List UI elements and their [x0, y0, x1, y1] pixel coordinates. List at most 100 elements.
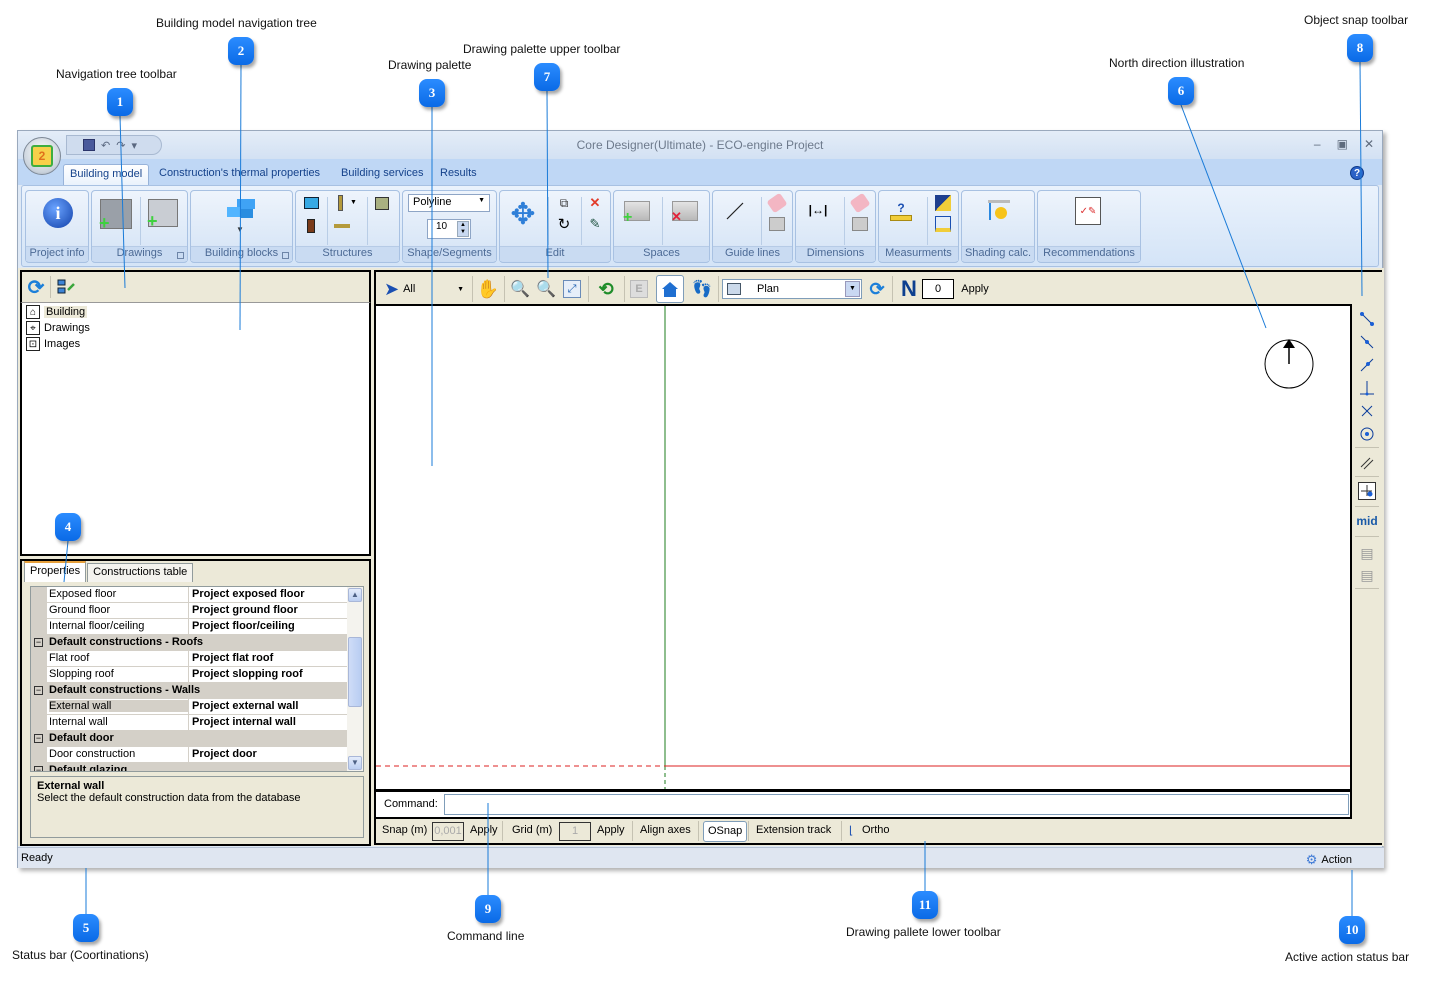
- property-category[interactable]: − Default door: [31, 731, 348, 747]
- shape-combo[interactable]: Polyline ▼: [408, 194, 490, 212]
- undo-icon[interactable]: ↶: [101, 139, 110, 152]
- customize-qat-icon[interactable]: ▾: [131, 139, 137, 152]
- add-space-icon[interactable]: +: [623, 201, 650, 226]
- grid-value-input[interactable]: 1: [559, 822, 591, 841]
- north-apply-button[interactable]: Apply: [958, 277, 992, 301]
- delete-space-icon[interactable]: ✕: [671, 201, 698, 224]
- extension-track-toggle[interactable]: Extension track: [756, 824, 831, 836]
- tree-item-drawings[interactable]: ⌖ Drawings: [26, 321, 90, 335]
- snap-settings-icon[interactable]: [1358, 482, 1376, 500]
- elevation-icon[interactable]: E: [628, 277, 650, 301]
- column-icon[interactable]: [338, 195, 343, 211]
- erase-all-icon[interactable]: [769, 217, 785, 231]
- property-row-selected[interactable]: External wall Project external wall: [31, 699, 348, 715]
- snap-apply-button[interactable]: Apply: [470, 824, 498, 836]
- refresh-view-icon[interactable]: ⟳: [866, 277, 888, 301]
- grid-apply-button[interactable]: Apply: [597, 824, 625, 836]
- measure-distance-icon[interactable]: ?: [889, 197, 913, 225]
- beam-icon[interactable]: [334, 224, 350, 228]
- property-row[interactable]: Internal floor/ceiling Project floor/ceil…: [31, 619, 348, 635]
- drawing-canvas[interactable]: [374, 304, 1352, 791]
- plan-view-house-icon[interactable]: [656, 275, 684, 303]
- delete-icon[interactable]: ✕: [588, 195, 602, 210]
- measure-perimeter-icon[interactable]: [935, 216, 951, 232]
- dialog-launcher-icon[interactable]: [177, 252, 184, 259]
- tab-properties[interactable]: Properties: [24, 561, 87, 582]
- snap-endpoint-icon[interactable]: [1358, 310, 1376, 328]
- property-row[interactable]: Slopping roof Project slopping roof: [31, 667, 348, 683]
- snap-disabled-icon-1[interactable]: ▤: [1358, 544, 1376, 562]
- select-filter-dropdown[interactable]: ➤ All ▼: [384, 277, 464, 301]
- redo-icon[interactable]: ↷: [116, 139, 125, 152]
- snap-midpoint-icon[interactable]: [1358, 333, 1376, 351]
- door-icon[interactable]: [307, 219, 315, 233]
- copy-icon[interactable]: ⧉: [556, 196, 572, 210]
- spinner-arrows-icon[interactable]: ▲ ▼: [457, 221, 469, 237]
- collapse-icon[interactable]: −: [34, 766, 43, 771]
- ortho-toggle[interactable]: Ortho: [862, 824, 890, 836]
- segments-spinner[interactable]: 10 ▲ ▼: [427, 219, 471, 239]
- tree-sync-icon[interactable]: [56, 278, 76, 296]
- snap-value-input[interactable]: 0,001: [432, 822, 464, 841]
- tab-building-model[interactable]: Building model: [63, 164, 150, 185]
- building-blocks-icon[interactable]: [223, 197, 257, 223]
- shading-sun-icon[interactable]: [986, 199, 1010, 223]
- scroll-up-icon[interactable]: ▲: [348, 588, 362, 602]
- walkthrough-footsteps-icon[interactable]: 👣: [690, 277, 714, 301]
- minimize-button[interactable]: –: [1314, 137, 1321, 151]
- add-drawing-icon[interactable]: +: [99, 199, 132, 233]
- slab-icon[interactable]: [375, 197, 389, 210]
- north-angle-input[interactable]: 0: [922, 279, 954, 299]
- zoom-extents-icon[interactable]: ⤢: [560, 277, 584, 301]
- dropdown-arrow-icon[interactable]: ▼: [236, 225, 244, 234]
- help-icon[interactable]: ?: [1350, 166, 1364, 180]
- property-row[interactable]: Flat roof Project flat roof: [31, 651, 348, 667]
- view-combo[interactable]: Plan ▼: [722, 279, 862, 299]
- pan-hand-icon[interactable]: ✋: [476, 277, 500, 301]
- window-icon[interactable]: [304, 197, 319, 209]
- eraser-icon[interactable]: [766, 192, 788, 214]
- application-menu-button[interactable]: 2: [23, 137, 61, 175]
- property-row[interactable]: Door construction Project door: [31, 747, 348, 763]
- measure-area-icon[interactable]: [935, 195, 951, 211]
- scroll-thumb[interactable]: [348, 637, 362, 707]
- tree-item-building[interactable]: ⌂ Building: [26, 305, 88, 319]
- info-icon[interactable]: i: [43, 198, 73, 228]
- close-button[interactable]: ✕: [1364, 137, 1374, 151]
- collapse-icon[interactable]: −: [34, 734, 43, 743]
- snap-mid-label[interactable]: mid: [1356, 512, 1378, 530]
- property-category[interactable]: − Default constructions - Roofs: [31, 635, 348, 651]
- tree-item-images[interactable]: ⊡ Images: [26, 337, 80, 351]
- property-category[interactable]: − Default glazing: [31, 763, 348, 771]
- osnap-toggle[interactable]: OSnap: [703, 821, 748, 842]
- property-row[interactable]: Exposed floor Project exposed floor: [31, 587, 348, 603]
- dimension-icon[interactable]: |↔|: [806, 203, 830, 217]
- tab-building-services[interactable]: Building services: [335, 164, 430, 185]
- align-axes-button[interactable]: Align axes: [640, 824, 691, 836]
- recommendations-icon[interactable]: ✓✎: [1075, 197, 1101, 225]
- guide-line-icon[interactable]: [723, 199, 747, 223]
- collapse-icon[interactable]: −: [34, 686, 43, 695]
- restore-button[interactable]: ▣: [1337, 137, 1348, 151]
- add-image-icon[interactable]: +: [147, 199, 178, 231]
- tab-constructions-table[interactable]: Constructions table: [87, 563, 194, 582]
- save-icon[interactable]: [83, 139, 95, 151]
- snap-disabled-icon-2[interactable]: ▤: [1358, 566, 1376, 584]
- property-category[interactable]: − Default constructions - Walls: [31, 683, 348, 699]
- property-row[interactable]: Internal wall Project internal wall: [31, 715, 348, 731]
- property-row[interactable]: Ground floor Project ground floor: [31, 603, 348, 619]
- dialog-launcher-icon[interactable]: [282, 252, 289, 259]
- refresh-icon[interactable]: ⟳: [26, 277, 46, 299]
- tab-results[interactable]: Results: [434, 164, 483, 185]
- snap-parallel-icon[interactable]: [1358, 454, 1376, 472]
- zoom-window-icon[interactable]: 🔍: [508, 277, 532, 301]
- snap-perpendicular-icon[interactable]: [1358, 379, 1376, 397]
- dropdown-arrow-icon[interactable]: ▼: [350, 199, 357, 206]
- command-input[interactable]: [444, 794, 1349, 815]
- rotate-icon[interactable]: ↻: [556, 216, 572, 233]
- snap-center-icon[interactable]: [1358, 425, 1376, 443]
- eraser-icon[interactable]: [849, 192, 871, 214]
- snap-intersection-icon[interactable]: [1358, 402, 1376, 420]
- property-scrollbar[interactable]: ▲ ▼: [347, 587, 363, 771]
- erase-all-icon[interactable]: [852, 217, 868, 231]
